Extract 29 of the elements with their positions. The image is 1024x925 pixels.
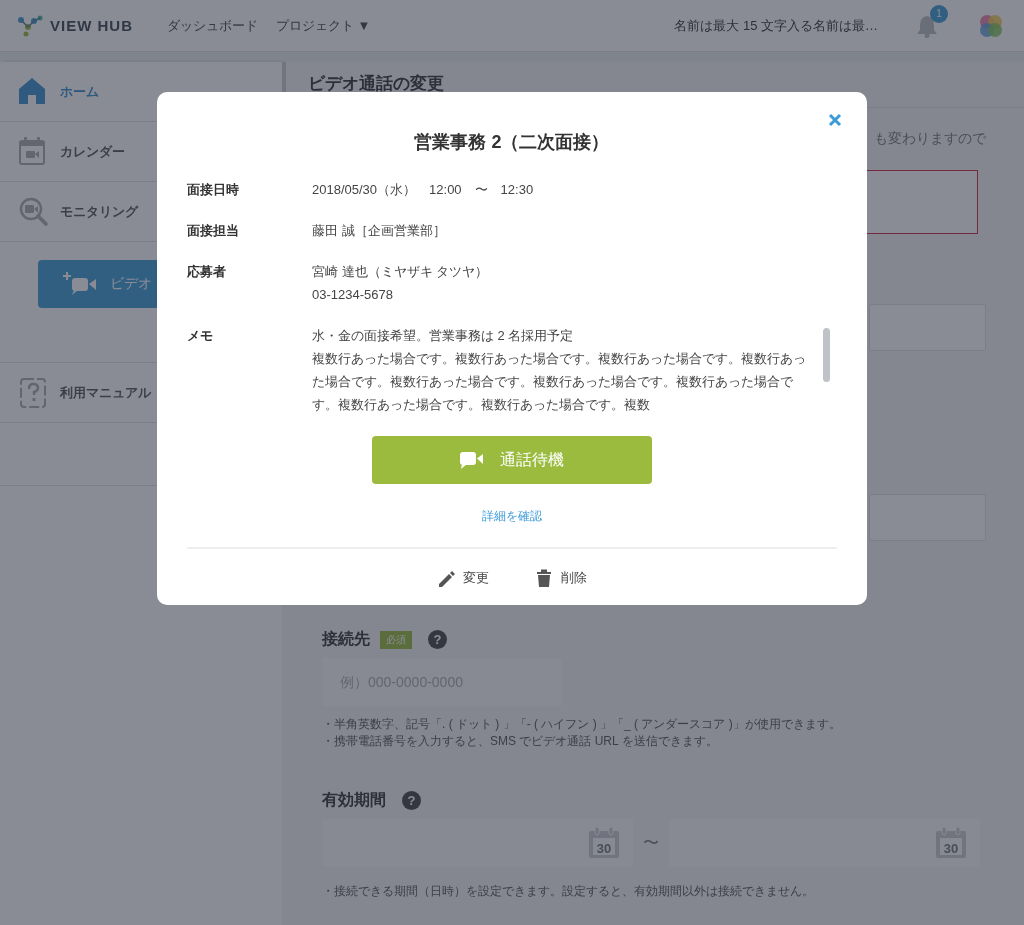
hint-text: ・携帯電話番号を入力すると、SMS でビデオ通話 URL を送信できます。 bbox=[322, 733, 719, 750]
nav-dropdown[interactable]: プロジェクト ▼ bbox=[276, 16, 371, 35]
hint-text: ・半角英数字、記号「. ( ドット ) 」「- ( ハイフン ) 」「_ ( アンダースコア )」が使用できます。 bbox=[322, 716, 842, 733]
field-value: 藤田 誠［企画営業部］ bbox=[312, 222, 446, 240]
call-standby-button[interactable]: 通話待機 bbox=[372, 436, 652, 484]
edit-button[interactable]: 変更 bbox=[437, 569, 489, 587]
memo-text: 水・金の面接希望。営業事務は 2 名採用予定 bbox=[312, 327, 575, 345]
form-label: 有効期間 bbox=[322, 790, 386, 810]
help-icon[interactable]: ? bbox=[402, 791, 421, 810]
user-name[interactable]: 名前は最大 15 文字入る名前は最… bbox=[674, 16, 878, 35]
field-label: 面接担当 bbox=[187, 222, 240, 240]
modal-title: 営業事務 2（二次面接） bbox=[413, 131, 611, 154]
field-value: 03-1234-5678 bbox=[312, 286, 394, 304]
required-tag: 必須 bbox=[380, 630, 412, 649]
field-label: メモ bbox=[187, 327, 214, 345]
field-value: 2018/05/30（水） 12:00 〜 12:30 bbox=[312, 181, 534, 199]
form-label: 接続先 bbox=[322, 629, 370, 649]
nav-link[interactable]: ダッシュボード bbox=[167, 16, 258, 35]
hint-text: ・接続できる期間（日時）を設定できます。設定すると、有効期間以外は接続できません。 bbox=[322, 883, 815, 900]
detail-link[interactable]: 詳細を確認 bbox=[482, 508, 542, 525]
field-label: 面接日時 bbox=[187, 181, 240, 199]
logo-text: VIEW HUB bbox=[50, 17, 133, 34]
memo-text: 複数行あった場合です。複数行あった場合です。複数行あった場合です。複数行あった場合です。複数行あった場合です。複数行あった場合です。複数行あった場合です。複数行あった場合です。複数行あった場合です。複数 bbox=[312, 350, 807, 414]
delete-button[interactable]: 削除 bbox=[535, 569, 587, 587]
help-icon[interactable]: ? bbox=[428, 630, 447, 649]
notification-badge: 1 bbox=[930, 4, 948, 23]
range-separator: 〜 bbox=[642, 832, 660, 853]
field-label: 応募者 bbox=[187, 263, 227, 281]
field-value: 宮崎 達也（ミヤザキ タツヤ） bbox=[312, 263, 489, 281]
